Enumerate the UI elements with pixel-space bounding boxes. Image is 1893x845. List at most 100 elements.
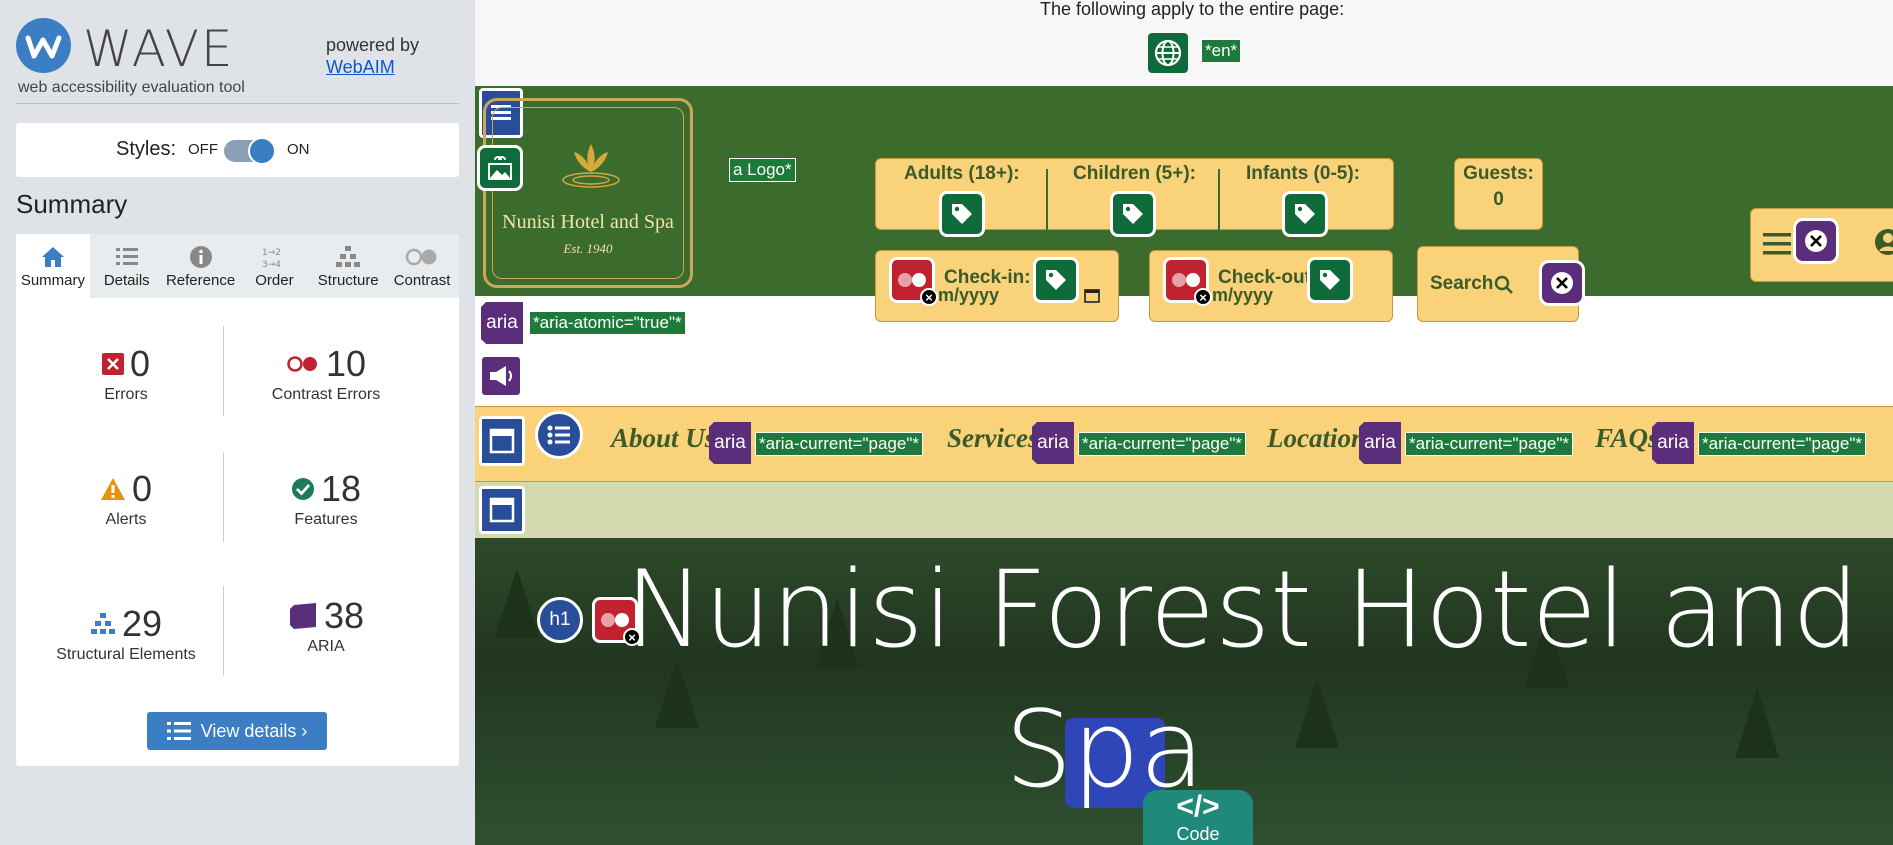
- check-out-label-tag-icon[interactable]: [1307, 257, 1353, 303]
- adults-label: Adults (18+):: [904, 163, 1020, 184]
- feature-check-icon: [291, 478, 314, 500]
- structure-icon: [90, 613, 115, 634]
- styles-toggle[interactable]: [224, 137, 276, 165]
- infants-label-tag-icon[interactable]: [1282, 191, 1328, 237]
- errors-count: 0: [129, 343, 151, 384]
- aria-label: ARIA: [307, 638, 345, 655]
- main-region-icon[interactable]: [479, 486, 525, 534]
- tab-bar: Summary Details Reference 1→2 3→4 Order S…: [16, 234, 459, 298]
- adults-label-tag-icon[interactable]: [939, 191, 985, 237]
- contrast-error-icon: [287, 356, 317, 372]
- view-details-button[interactable]: View details ›: [147, 712, 327, 750]
- logo-established: Est. 1940: [563, 241, 613, 256]
- aria-icon[interactable]: aria: [1359, 422, 1401, 464]
- infants-label: Infants (0-5):: [1246, 163, 1360, 184]
- structure-icon: [336, 246, 361, 267]
- forest-tree: [495, 568, 539, 638]
- guest-separator: [1046, 169, 1048, 231]
- user-icon[interactable]: [1873, 227, 1893, 261]
- tab-label: Details: [103, 272, 150, 289]
- search-icon: [1494, 275, 1513, 294]
- code-label: Code: [1176, 824, 1220, 844]
- navigation-region-icon[interactable]: [479, 416, 525, 466]
- stat-aria[interactable]: 38 ARIA: [226, 595, 426, 656]
- contrast-error-icon[interactable]: ×: [592, 597, 641, 646]
- tab-details[interactable]: Details: [90, 234, 164, 298]
- guests-label: Guests:: [1463, 163, 1534, 184]
- hero-heading-line-1: Nunisi Forest Hotel and: [625, 548, 1860, 671]
- guests-value: 0: [1493, 189, 1504, 210]
- check-in-label-tag-icon[interactable]: [1033, 257, 1079, 303]
- stat-alerts[interactable]: 0 Alerts: [26, 468, 226, 529]
- stat-contrast-errors[interactable]: 10 Contrast Errors: [226, 343, 426, 404]
- error-icon: [101, 353, 124, 375]
- contrast-errors-count: 10: [325, 343, 367, 384]
- wave-brand: WAVE: [83, 20, 235, 78]
- aria-current-tag: *aria-current="page"*: [1405, 432, 1573, 456]
- tab-label: Reference: [165, 272, 236, 289]
- webaim-link[interactable]: WebAIM: [326, 56, 419, 78]
- nav-faqs[interactable]: FAQs: [1595, 423, 1659, 454]
- check-out-date-input[interactable]: m/yyyy: [1212, 285, 1273, 306]
- h1-heading-icon[interactable]: h1: [537, 597, 583, 643]
- aria-icon[interactable]: aria: [709, 422, 751, 464]
- nav-about-us[interactable]: About Us: [611, 423, 715, 454]
- calendar-icon[interactable]: [1084, 287, 1100, 303]
- tab-label: Contrast: [393, 272, 451, 289]
- tab-contrast[interactable]: Contrast: [385, 234, 459, 298]
- structural-count: 29: [121, 603, 163, 644]
- hero-heading: Nunisi Forest Hotel and Spa: [625, 540, 1893, 820]
- contrast-error-icon[interactable]: ×: [1163, 257, 1212, 306]
- stat-structural[interactable]: 29 Structural Elements: [26, 603, 226, 664]
- tab-reference[interactable]: Reference: [164, 234, 238, 298]
- powered-by: powered by WebAIM: [326, 34, 419, 78]
- hamburger-menu-icon[interactable]: [1763, 231, 1791, 257]
- evaluated-page: The following apply to the entire page: …: [475, 0, 1893, 845]
- wave-tagline: web accessibility evaluation tool: [18, 79, 245, 96]
- code-icon: </>: [1176, 790, 1220, 823]
- toggle-on-label: ON: [287, 141, 310, 158]
- aria-current-tag: *aria-current="page"*: [1698, 432, 1866, 456]
- search-label: Search: [1430, 273, 1494, 294]
- hotel-logo[interactable]: Nunisi Hotel and Spa Est. 1940: [483, 98, 693, 288]
- children-label-tag-icon[interactable]: [1110, 191, 1156, 237]
- hero-heading-line-2: Spa: [1005, 688, 1205, 811]
- check-in-date-input[interactable]: m/yyyy: [938, 285, 999, 306]
- aria-icon[interactable]: aria: [1032, 422, 1074, 464]
- secondary-band: [475, 482, 1893, 538]
- toggle-knob[interactable]: [248, 137, 276, 165]
- language-globe-icon[interactable]: [1148, 33, 1188, 73]
- guests-total-box: Guests: 0: [1454, 158, 1543, 230]
- code-button[interactable]: </> Code: [1143, 790, 1253, 845]
- divider: [16, 103, 459, 104]
- tab-structure[interactable]: Structure: [311, 234, 385, 298]
- contrast-error-icon[interactable]: ×: [889, 257, 938, 306]
- nav-services[interactable]: Services: [947, 423, 1038, 454]
- nav-location[interactable]: Location: [1267, 423, 1366, 454]
- aria-hidden-error-icon[interactable]: [1793, 218, 1839, 264]
- features-count: 18: [320, 468, 362, 509]
- close-icon: ×: [920, 288, 938, 306]
- alerts-label: Alerts: [105, 511, 147, 528]
- wave-logo-icon: [16, 18, 71, 73]
- toggle-off-label: OFF: [188, 141, 218, 158]
- tab-summary[interactable]: Summary: [16, 234, 90, 298]
- tab-order[interactable]: 1→2 3→4 Order: [237, 234, 311, 298]
- alert-icon: [100, 478, 125, 500]
- wave-sidebar: WAVE web accessibility evaluation tool p…: [0, 0, 475, 845]
- guest-separator: [1218, 169, 1220, 231]
- aria-cube-icon: [289, 603, 316, 629]
- aria-hidden-error-icon[interactable]: [1539, 260, 1585, 306]
- stat-features[interactable]: 18 Features: [226, 468, 426, 529]
- linked-image-icon[interactable]: [477, 145, 523, 191]
- stat-errors[interactable]: 0 Errors: [26, 343, 226, 404]
- alt-text-tag: a Logo*: [729, 158, 796, 182]
- aria-icon[interactable]: aria: [1652, 422, 1694, 464]
- tab-label: Summary: [20, 272, 85, 289]
- unordered-list-icon[interactable]: [535, 411, 583, 459]
- contrast-errors-label: Contrast Errors: [271, 386, 381, 403]
- styles-toggle-box: Styles: OFF ON: [16, 123, 459, 177]
- aria-live-megaphone-icon[interactable]: [479, 354, 523, 398]
- aria-atomic-tag: *aria-atomic="true"*: [529, 311, 686, 335]
- aria-icon[interactable]: aria: [481, 302, 523, 344]
